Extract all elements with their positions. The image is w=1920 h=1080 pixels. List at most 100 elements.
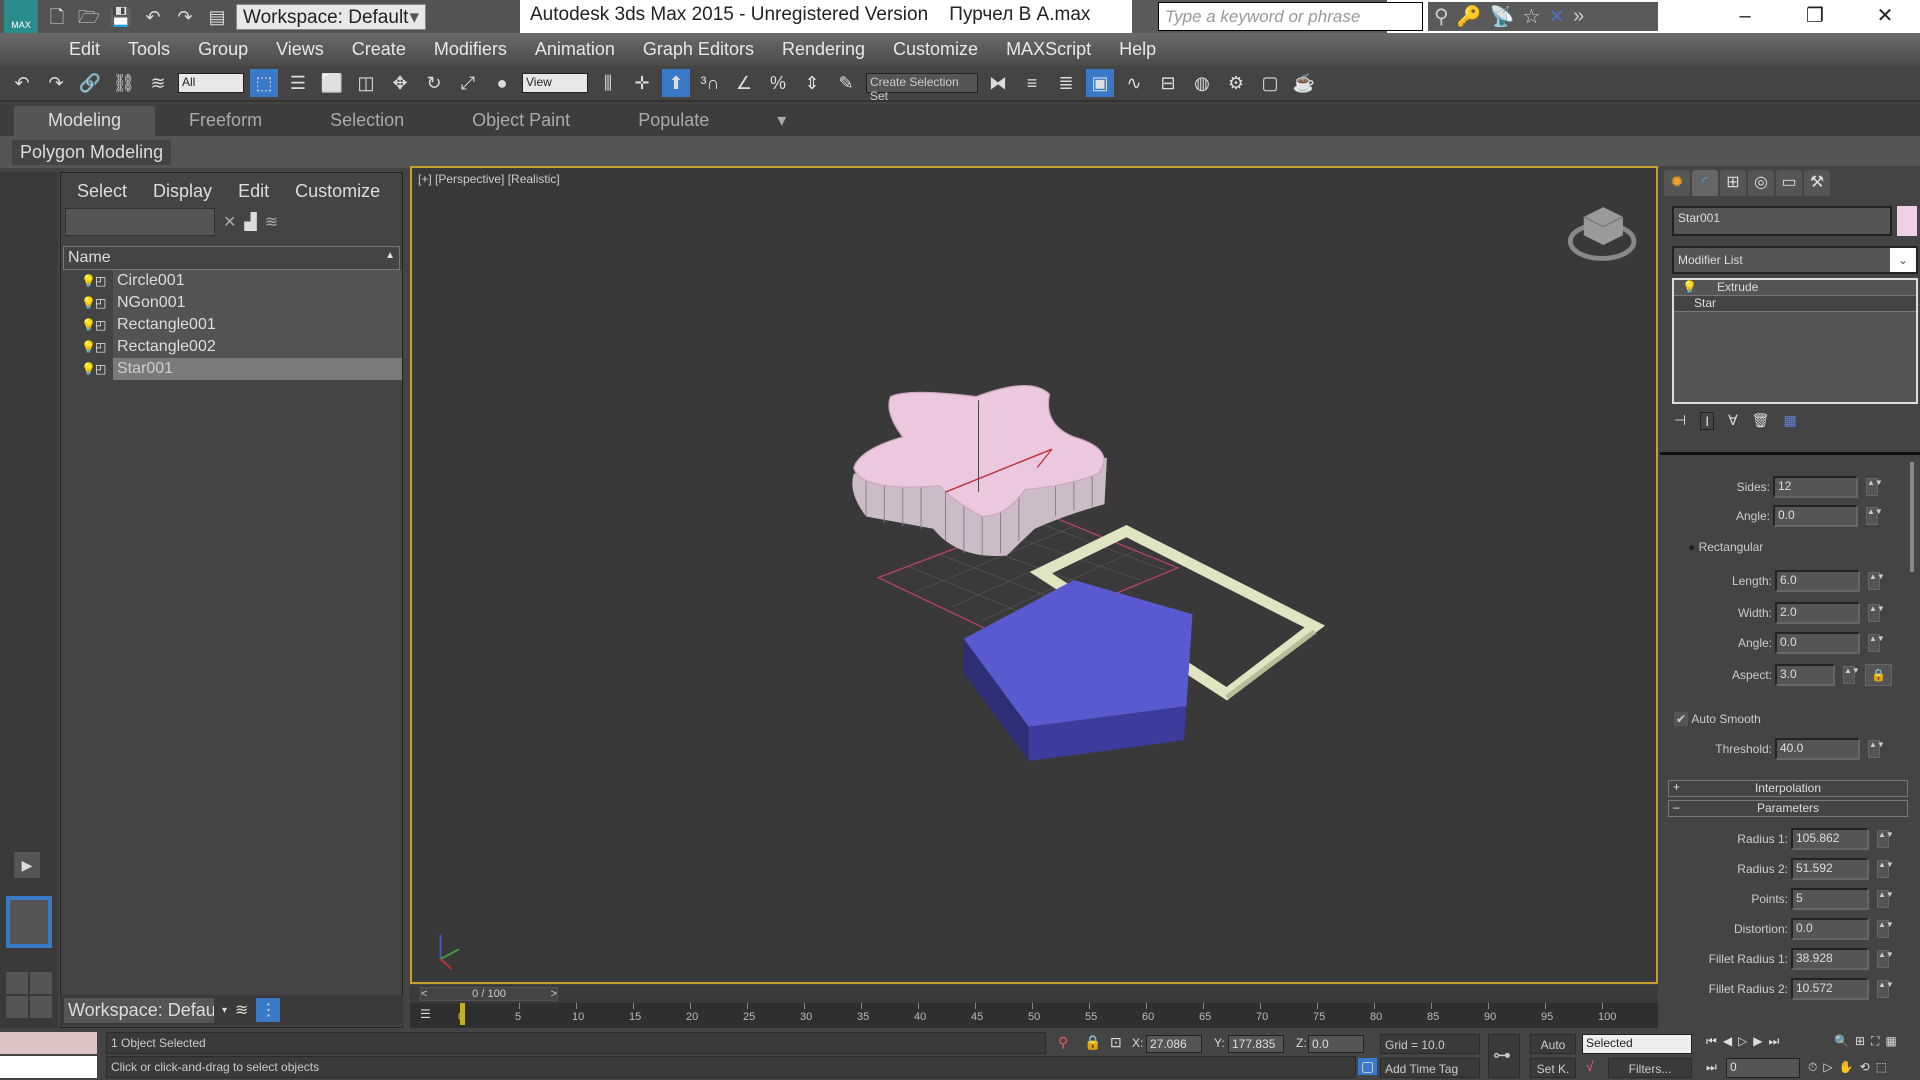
spinner-snap-icon[interactable]: ⇕ [798, 69, 826, 97]
time-slider-thumb[interactable]: <0 / 100 > [420, 987, 558, 1001]
track-bar[interactable]: ☰ 05101520253035404550556065707580859095… [410, 1003, 1658, 1028]
new-file-icon[interactable]: 🗋 [44, 5, 70, 29]
aspect-input[interactable]: 3.0 [1775, 664, 1835, 686]
angle-spinner[interactable]: ▲▼ [1866, 507, 1883, 525]
stack-item-extrude[interactable]: 💡 Extrude [1674, 280, 1916, 296]
menu-customize[interactable]: Customize [879, 39, 992, 60]
menu-modifiers[interactable]: Modifiers [420, 39, 521, 60]
list-item[interactable]: 💡 ◰ Rectangle002 [61, 336, 402, 358]
explorer-menu-select[interactable]: Select [77, 181, 127, 202]
hierarchy-tab-icon[interactable]: ⊞ [1720, 170, 1746, 196]
edit-named-selection-icon[interactable]: ✎ [832, 69, 860, 97]
menu-group[interactable]: Group [184, 39, 262, 60]
redo-icon[interactable]: ↷ [42, 69, 70, 97]
time-slider-track[interactable] [410, 985, 1658, 1003]
width-spinner[interactable]: ▲▼ [1868, 604, 1885, 622]
object-color-swatch[interactable] [1897, 206, 1917, 236]
maxscript-listener-white[interactable] [0, 1056, 97, 1078]
menu-graph-editors[interactable]: Graph Editors [629, 39, 768, 60]
curve-editor-icon[interactable]: ∿ [1120, 69, 1148, 97]
fillet-radius1-input[interactable]: 38.928 [1791, 948, 1869, 970]
polygon-modeling-panel[interactable]: Polygon Modeling [12, 140, 172, 165]
reference-coordinate-dropdown[interactable]: View [522, 73, 588, 93]
column-header-name[interactable]: Name ▲ [63, 246, 400, 270]
layers-icon[interactable]: ≋ [265, 212, 278, 232]
align-icon[interactable]: ≡ [1018, 69, 1046, 97]
tab-object-paint[interactable]: Object Paint [438, 106, 604, 136]
visibility-bulb-icon[interactable]: 💡 [81, 318, 96, 332]
menu-maxscript[interactable]: MAXScript [992, 39, 1105, 60]
distortion-spinner[interactable]: ▲▼ [1877, 920, 1894, 938]
auto-key-button[interactable]: Auto [1530, 1034, 1576, 1054]
dropdown-arrow-icon[interactable]: ▾ [222, 1005, 227, 1016]
rect-angle-input[interactable]: 0.0 [1775, 632, 1860, 654]
expand-arrow-icon[interactable]: ▶ [14, 852, 40, 878]
select-object-icon[interactable]: ⬚ [250, 69, 278, 97]
keyboard-shortcut-override-icon[interactable]: ⬆ [662, 69, 690, 97]
modify-tab-icon[interactable]: ◜ [1692, 170, 1718, 196]
threshold-input[interactable]: 40.0 [1775, 738, 1860, 760]
mirror-icon[interactable]: ⧓ [984, 69, 1012, 97]
radius2-input[interactable]: 51.592 [1791, 858, 1869, 880]
set-key-mode-icon[interactable]: ⊶ [1488, 1034, 1520, 1078]
sort-by-layer-icon[interactable]: ≋ [235, 1000, 248, 1020]
rendered-frame-icon[interactable]: ▢ [1256, 69, 1284, 97]
menu-help[interactable]: Help [1105, 39, 1170, 60]
list-item[interactable]: 💡 ◰ Circle001 [61, 270, 402, 292]
zoom-all-icon[interactable]: ⊞ [1855, 1034, 1865, 1049]
window-crossing-icon[interactable]: ◫ [352, 69, 380, 97]
move-icon[interactable]: ✥ [386, 69, 414, 97]
bind-space-warp-icon[interactable]: ≋ [144, 69, 172, 97]
isolate-icon[interactable]: ⚲ [1058, 1034, 1068, 1051]
layout-single-button[interactable] [6, 896, 52, 948]
list-item[interactable]: 💡 ◰ Rectangle001 [61, 314, 402, 336]
zoom-icon[interactable]: 🔍 [1834, 1034, 1849, 1049]
fillet-radius2-spinner[interactable]: ▲▼ [1877, 980, 1894, 998]
x-coordinate-field[interactable]: 27.086 [1146, 1035, 1202, 1053]
rollout-interpolation[interactable]: + Interpolation [1668, 780, 1908, 797]
placement-icon[interactable]: ● [488, 69, 516, 97]
angle-snap-icon[interactable]: ∠ [730, 69, 758, 97]
add-time-tag-button[interactable]: Add Time Tag [1380, 1058, 1480, 1078]
menu-rendering[interactable]: Rendering [768, 39, 879, 60]
lock-icon[interactable]: 🔒 [1865, 664, 1892, 686]
explorer-menu-customize[interactable]: Customize [295, 181, 380, 202]
mini-curve-editor-icon[interactable]: ☰ [420, 1007, 431, 1021]
named-selection-dropdown[interactable]: Create Selection Set [866, 73, 978, 103]
set-key-button[interactable]: Set K. [1530, 1058, 1576, 1078]
motion-tab-icon[interactable]: ◎ [1748, 170, 1774, 196]
maximize-button[interactable]: ❐ [1780, 0, 1850, 33]
tab-modeling[interactable]: Modeling [14, 106, 156, 136]
viewcube[interactable] [1567, 207, 1637, 261]
layout-quad-button[interactable] [6, 972, 52, 1018]
menu-views[interactable]: Views [262, 39, 338, 60]
layer-explorer-icon[interactable]: ≣ [1052, 69, 1080, 97]
threshold-spinner[interactable]: ▲▼ [1868, 740, 1885, 758]
pivot-center-icon[interactable]: ⫼ [594, 69, 622, 97]
points-input[interactable]: 5 [1791, 888, 1869, 910]
length-spinner[interactable]: ▲▼ [1868, 572, 1885, 590]
sides-spinner[interactable]: ▲▼ [1866, 478, 1883, 496]
select-filter-icon[interactable]: ▟ [244, 212, 256, 232]
utilities-tab-icon[interactable]: ⚒ [1804, 170, 1830, 196]
list-item-selected[interactable]: 💡 ◰ Star001 [61, 358, 402, 380]
render-setup-icon[interactable]: ⚙ [1222, 69, 1250, 97]
minimize-button[interactable]: – [1710, 0, 1780, 33]
scene-explorer-icon[interactable]: ▣ [1086, 69, 1114, 97]
object-name-field[interactable]: Star001 [1672, 206, 1892, 236]
clear-icon[interactable]: ✕ [223, 212, 236, 232]
zoom-extents-all-icon[interactable]: ▦ [1885, 1034, 1896, 1049]
sort-by-hierarchy-icon[interactable]: ⋮ [256, 998, 281, 1022]
undo-icon[interactable]: ↶ [8, 69, 36, 97]
rect-angle-spinner[interactable]: ▲▼ [1868, 634, 1885, 652]
binoculars-icon[interactable]: ⚲ [1434, 4, 1449, 29]
points-spinner[interactable]: ▲▼ [1877, 890, 1894, 908]
explorer-menu-display[interactable]: Display [153, 181, 212, 202]
search-input[interactable]: Type a keyword or phrase [1158, 2, 1423, 31]
y-coordinate-field[interactable]: 177.835 [1228, 1035, 1284, 1053]
radius1-input[interactable]: 105.862 [1791, 828, 1869, 850]
select-by-name-icon[interactable]: ☰ [284, 69, 312, 97]
length-input[interactable]: 6.0 [1775, 570, 1860, 592]
selection-filter-dropdown[interactable]: All [178, 73, 244, 93]
key-filter-dropdown[interactable]: Selected [1582, 1034, 1692, 1054]
